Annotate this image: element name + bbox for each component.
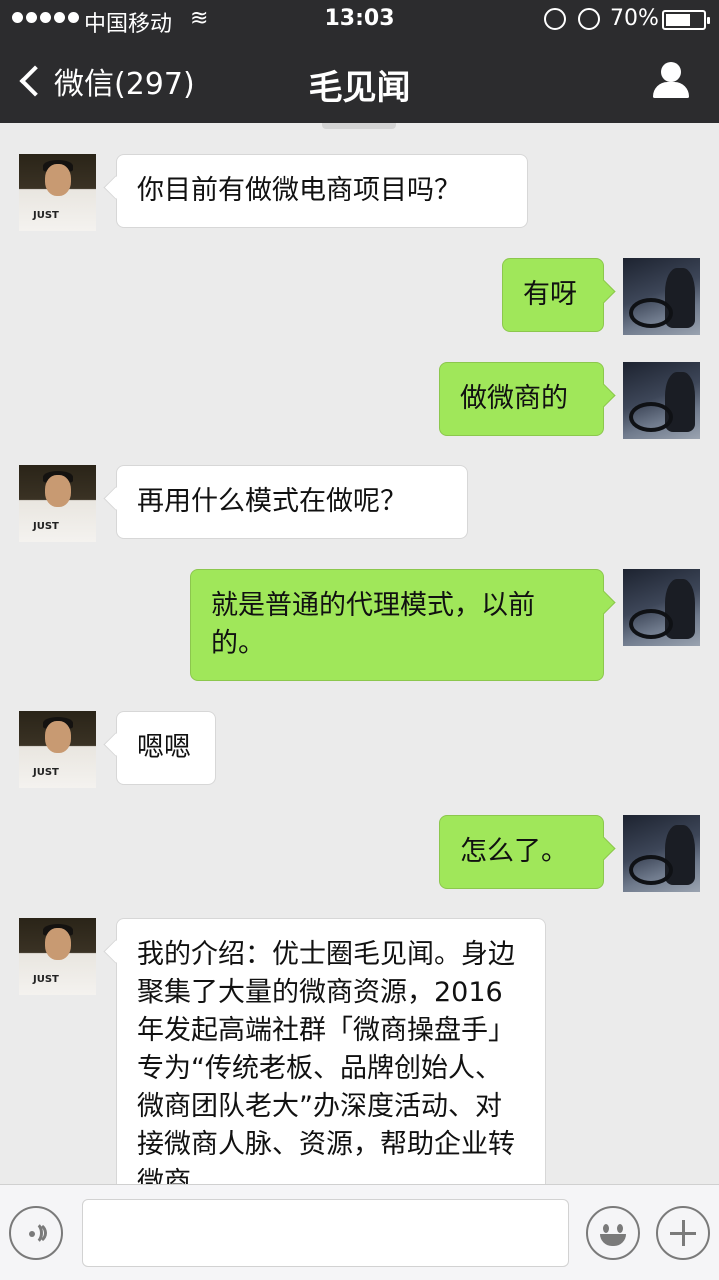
message-text: 嗯嗯 <box>137 732 191 763</box>
shirt-print: JUST <box>33 210 59 221</box>
message-text: 你目前有做微电商项目吗？ <box>137 175 461 206</box>
my-avatar[interactable] <box>623 569 700 646</box>
battery-fill <box>666 14 690 26</box>
message-input[interactable] <box>82 1199 569 1267</box>
emoji-icon[interactable] <box>586 1206 640 1260</box>
chat-area[interactable]: JUST 你目前有做微电商项目吗？ 有呀 做微商的 JUST 再用什么模式在做呢… <box>0 0 719 1184</box>
alarm-icon <box>578 8 600 30</box>
message-bubble-sent[interactable]: 怎么了。 <box>439 815 604 889</box>
message-bubble-received[interactable]: 我的介绍：优士圈毛见闻。身边聚集了大量的微商资源，2016年发起高端社群「微商操… <box>116 918 546 1184</box>
message-text: 有呀 <box>523 279 577 310</box>
top-bar: 中国移动 ≋ 13:03 70% 微信(297) 毛见闻 <box>0 0 719 123</box>
steering-wheel <box>629 855 673 885</box>
message-bubble-sent[interactable]: 就是普通的代理模式，以前的。 <box>190 569 604 681</box>
steering-wheel <box>629 402 673 432</box>
shirt-print: JUST <box>33 974 59 985</box>
message-bubble-sent[interactable]: 有呀 <box>502 258 604 332</box>
contact-avatar[interactable]: JUST <box>19 465 96 542</box>
message-text: 再用什么模式在做呢？ <box>137 486 407 517</box>
message-text: 做微商的 <box>460 383 568 414</box>
contact-avatar[interactable]: JUST <box>19 711 96 788</box>
message-bubble-received[interactable]: 你目前有做微电商项目吗？ <box>116 154 528 228</box>
battery-percent: 70% <box>610 6 659 31</box>
battery-icon <box>662 10 710 30</box>
steering-wheel <box>629 298 673 328</box>
my-avatar[interactable] <box>623 258 700 335</box>
contact-avatar[interactable]: JUST <box>19 918 96 995</box>
my-avatar[interactable] <box>623 362 700 439</box>
message-bubble-received[interactable]: 嗯嗯 <box>116 711 216 785</box>
pull-handle <box>322 123 396 129</box>
contact-avatar[interactable]: JUST <box>19 154 96 231</box>
voice-icon[interactable] <box>9 1206 63 1260</box>
message-text: 就是普通的代理模式，以前的。 <box>211 590 535 659</box>
shirt-print: JUST <box>33 767 59 778</box>
message-bubble-received[interactable]: 再用什么模式在做呢？ <box>116 465 468 539</box>
steering-wheel <box>629 609 673 639</box>
rotation-lock-icon <box>544 8 566 30</box>
shirt-print: JUST <box>33 521 59 532</box>
message-text: 怎么了。 <box>460 836 568 867</box>
my-avatar[interactable] <box>623 815 700 892</box>
input-bar <box>0 1184 719 1280</box>
status-bar: 中国移动 ≋ 13:03 70% <box>0 0 719 40</box>
message-bubble-sent[interactable]: 做微商的 <box>439 362 604 436</box>
message-text: 我的介绍：优士圈毛见闻。身边聚集了大量的微商资源，2016年发起高端社群「微商操… <box>137 939 515 1184</box>
plus-icon[interactable] <box>656 1206 710 1260</box>
profile-icon[interactable] <box>651 62 691 100</box>
chat-title: 毛见闻 <box>308 68 411 108</box>
